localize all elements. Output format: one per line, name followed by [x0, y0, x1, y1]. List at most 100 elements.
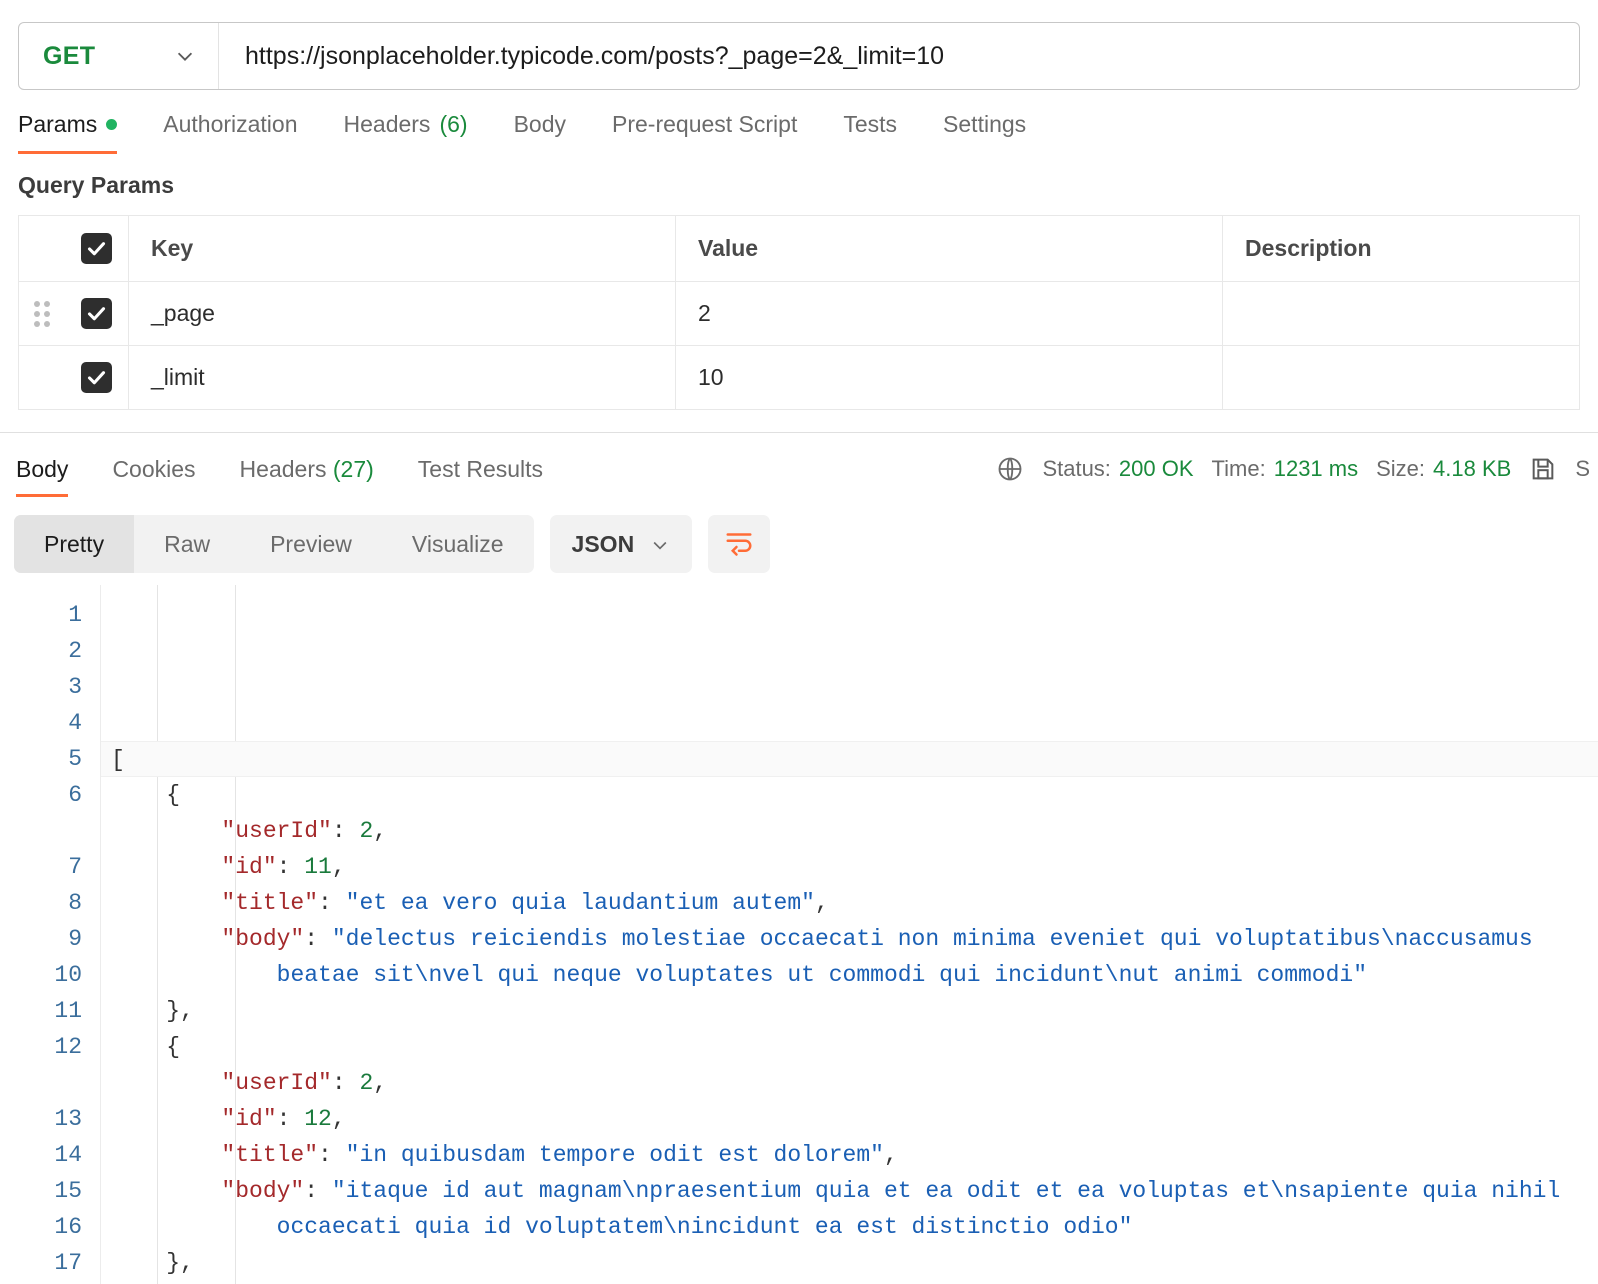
view-mode-segmented-control: Pretty Raw Preview Visualize: [14, 515, 534, 573]
response-header: Body Cookies Headers (27) Test Results S…: [0, 433, 1598, 497]
response-tab-test-results-label: Test Results: [417, 456, 544, 482]
globe-icon: [996, 455, 1024, 483]
url-input[interactable]: https://jsonplaceholder.typicode.com/pos…: [219, 23, 1579, 89]
method-selector[interactable]: GET: [19, 23, 219, 89]
line-number: 11: [54, 998, 82, 1024]
code-line: "body": "delectus reiciendis molestiae o…: [221, 926, 1533, 988]
chevron-down-icon: [174, 45, 196, 67]
request-tabs: Params Authorization Headers (6) Body Pr…: [0, 90, 1598, 154]
response-pane: Body Cookies Headers (27) Test Results S…: [0, 432, 1598, 1284]
table-header-row: Key Value Description: [19, 216, 1579, 282]
param-key-input[interactable]: _limit: [129, 346, 676, 409]
query-params-title: Query Params: [18, 172, 174, 198]
code-line: "userId": 2,: [221, 1070, 388, 1096]
tab-headers[interactable]: Headers (6): [344, 111, 468, 154]
header-handle-spacer: [19, 216, 65, 281]
response-meta: Status: 200 OK Time: 1231 ms Size: 4.18 …: [996, 455, 1590, 483]
param-key-input[interactable]: _page: [129, 282, 676, 345]
code-line: {: [111, 1034, 181, 1060]
param-value-input[interactable]: 2: [676, 282, 1223, 345]
line-number: 16: [54, 1214, 82, 1240]
tab-authorization[interactable]: Authorization: [163, 111, 297, 154]
row-checkbox-cell[interactable]: [65, 346, 129, 409]
line-number: 15: [54, 1178, 82, 1204]
chevron-down-icon: [650, 534, 670, 554]
size-badge: Size: 4.18 KB: [1376, 456, 1511, 482]
code-line: "body": "itaque id aut magnam\npraesenti…: [221, 1178, 1561, 1240]
tab-headers-count: (6): [439, 111, 468, 137]
column-header-key: Key: [129, 216, 676, 281]
line-number: 12: [54, 1034, 82, 1060]
view-mode-visualize[interactable]: Visualize: [382, 515, 534, 573]
code-line: "title": "et ea vero quia laudantium aut…: [221, 890, 829, 916]
tab-headers-label: Headers: [343, 111, 431, 137]
url-bar: GET https://jsonplaceholder.typicode.com…: [18, 22, 1580, 90]
select-all-checkbox-cell[interactable]: [65, 216, 129, 281]
code-content[interactable]: [ { "userId": 2, "id": 11, "title": "et …: [100, 585, 1598, 1284]
tab-pre-request-script[interactable]: Pre-request Script: [612, 111, 797, 154]
response-body-code-viewer[interactable]: 1 2 3 4 5 6 7 8 9 10 11 12 13 14 15 16 17 [ { "userId": …: [0, 585, 1598, 1284]
param-description-input[interactable]: [1223, 282, 1579, 345]
format-label: JSON: [571, 530, 635, 557]
time-label: Time:: [1211, 456, 1266, 481]
code-line: {: [111, 782, 181, 808]
view-mode-pretty[interactable]: Pretty: [14, 515, 135, 573]
line-number: 4: [68, 710, 82, 736]
table-row[interactable]: _limit 10: [19, 346, 1579, 410]
row-checkbox-cell[interactable]: [65, 282, 129, 345]
response-tabs: Body Cookies Headers (27) Test Results: [8, 456, 587, 497]
status-label: Status:: [1042, 456, 1111, 481]
code-line: [: [101, 741, 1598, 777]
select-all-checkbox[interactable]: [81, 233, 112, 264]
response-tab-headers[interactable]: Headers (27): [240, 456, 374, 497]
line-number: 1: [68, 602, 82, 628]
tab-params[interactable]: Params: [18, 111, 118, 154]
tab-settings[interactable]: Settings: [943, 111, 1026, 154]
size-label: Size:: [1376, 456, 1426, 481]
time-badge: Time: 1231 ms: [1212, 456, 1359, 482]
tab-params-label: Params: [18, 111, 98, 137]
drag-handle-spacer: [19, 346, 65, 409]
row-checkbox[interactable]: [81, 298, 112, 329]
code-line: "userId": 2,: [221, 818, 388, 844]
response-tab-cookies[interactable]: Cookies: [112, 456, 195, 497]
drag-handle-icon[interactable]: [19, 282, 65, 345]
code-lines: [ { "userId": 2, "id": 11, "title": "et …: [101, 741, 1598, 1284]
row-checkbox[interactable]: [81, 362, 112, 393]
line-number: 13: [54, 1106, 82, 1132]
tab-body[interactable]: Body: [514, 111, 566, 154]
tab-settings-label: Settings: [943, 111, 1027, 137]
url-bar-container: GET https://jsonplaceholder.typicode.com…: [0, 0, 1598, 90]
tab-tests[interactable]: Tests: [843, 111, 897, 154]
column-header-value: Value: [676, 216, 1223, 281]
response-tab-body[interactable]: Body: [16, 456, 69, 497]
tab-authorization-label: Authorization: [163, 111, 298, 137]
method-label: GET: [43, 41, 96, 70]
param-description-input[interactable]: [1223, 346, 1579, 409]
status-value: 200 OK: [1118, 456, 1194, 481]
line-number: 10: [54, 962, 82, 988]
view-mode-raw[interactable]: Raw: [134, 515, 240, 573]
view-mode-preview[interactable]: Preview: [240, 515, 382, 573]
param-value-input[interactable]: 10: [676, 346, 1223, 409]
word-wrap-button[interactable]: [708, 515, 771, 573]
line-number: 17: [54, 1250, 82, 1276]
column-header-description: Description: [1245, 235, 1372, 261]
save-icon[interactable]: [1529, 455, 1557, 483]
response-tab-test-results[interactable]: Test Results: [418, 456, 543, 497]
table-row[interactable]: _page 2: [19, 282, 1579, 346]
word-wrap-icon: [724, 527, 754, 562]
code-line: "title": "in quibusdam tempore odit est …: [221, 1142, 898, 1168]
response-viewer-toolbar: Pretty Raw Preview Visualize JSON: [0, 497, 1598, 573]
line-number: 9: [68, 926, 82, 952]
format-selector[interactable]: JSON: [549, 515, 693, 573]
response-tab-body-label: Body: [16, 456, 69, 482]
response-tab-headers-label: Headers: [239, 456, 327, 482]
tab-body-label: Body: [513, 111, 566, 137]
postman-request-response-view: GET https://jsonplaceholder.typicode.com…: [0, 0, 1598, 1284]
code-line: },: [111, 998, 194, 1024]
line-number: 2: [68, 638, 82, 664]
code-line: "id": 12,: [221, 1106, 346, 1132]
save-response-label[interactable]: S: [1575, 456, 1590, 482]
line-number: 14: [54, 1142, 82, 1168]
